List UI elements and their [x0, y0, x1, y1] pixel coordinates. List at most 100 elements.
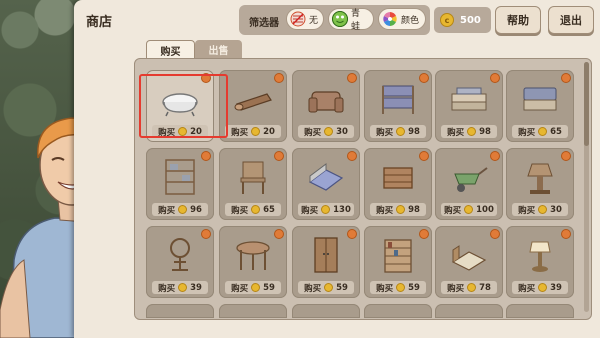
buy-price-button[interactable]: 购买 98: [441, 125, 497, 138]
item-price: 30: [550, 204, 562, 215]
bookshelf-icon: [384, 239, 412, 273]
buy-price-button[interactable]: 购买 78: [441, 281, 497, 294]
info-badge-icon[interactable]: [561, 151, 571, 161]
shop-item-partial[interactable]: [435, 304, 503, 318]
table-lamp-icon: [529, 241, 551, 272]
info-badge-icon[interactable]: [561, 73, 571, 83]
filter-chip-label: 青蛙: [351, 9, 361, 32]
shop-item-armchair[interactable]: 购买 30: [292, 70, 360, 142]
buy-label: 购买: [301, 205, 319, 216]
item-price: 59: [336, 282, 348, 293]
info-badge-icon[interactable]: [419, 73, 429, 83]
shop-item-crate-shelf[interactable]: 购买 96: [146, 148, 214, 220]
shop-item-wooden-chair[interactable]: 购买 65: [219, 148, 287, 220]
blue-bed-icon: [308, 163, 344, 191]
shop-item-partial[interactable]: [364, 304, 432, 318]
pallet-sofa-icon: [523, 87, 557, 111]
info-badge-icon[interactable]: [561, 229, 571, 239]
info-badge-icon[interactable]: [274, 229, 284, 239]
coin-amount: 500: [460, 14, 481, 26]
info-badge-icon[interactable]: [419, 229, 429, 239]
buy-price-button[interactable]: 购买 100: [441, 203, 497, 216]
selection-highlight: [139, 74, 228, 138]
filter-chip-label: 颜色: [401, 15, 420, 26]
coin-icon: [467, 127, 477, 136]
filter-label: 筛选器: [249, 18, 279, 29]
buy-price-button[interactable]: 购买 59: [298, 281, 354, 294]
coin-icon: [324, 283, 334, 292]
buy-price-button[interactable]: 购买 96: [152, 203, 208, 216]
shop-item-spinning-wheel[interactable]: 购买 39: [146, 226, 214, 298]
exit-button[interactable]: 退出: [548, 6, 594, 34]
shop-item-partial[interactable]: [292, 304, 360, 318]
info-badge-icon[interactable]: [347, 229, 357, 239]
tab-sell[interactable]: 出售: [195, 40, 242, 58]
shop-item-pallet-sofa[interactable]: 购买 65: [506, 70, 574, 142]
coin-icon: c: [440, 13, 454, 27]
no-filter-icon: [290, 11, 306, 27]
buy-label: 购买: [447, 127, 465, 138]
shop-item-wooden-bed[interactable]: 购买 78: [435, 226, 503, 298]
shop-item-table-lamp[interactable]: 购买 39: [506, 226, 574, 298]
help-button[interactable]: 帮助: [495, 6, 541, 34]
wardrobe-icon: [314, 237, 338, 273]
shop-item-wooden-crate[interactable]: 购买 98: [364, 148, 432, 220]
round-table-icon: [236, 241, 270, 270]
spinning-wheel-icon: [170, 238, 190, 271]
item-price: 59: [408, 282, 420, 293]
item-price: 98: [408, 204, 420, 215]
coin-icon: [396, 127, 406, 136]
scrollbar-thumb[interactable]: [584, 62, 589, 146]
buy-price-button[interactable]: 购买 59: [370, 281, 426, 294]
buy-price-button[interactable]: 购买 130: [298, 203, 354, 216]
buy-price-button[interactable]: 购买 65: [512, 125, 568, 138]
shop-item-partial[interactable]: [219, 304, 287, 318]
shop-item-log-stool[interactable]: 购买 20: [219, 70, 287, 142]
info-badge-icon[interactable]: [347, 151, 357, 161]
filter-chip-frog[interactable]: 青蛙: [328, 8, 374, 32]
tab-buy[interactable]: 购买: [146, 40, 195, 59]
buy-price-button[interactable]: 购买 98: [370, 125, 426, 138]
shop-item-lantern-stand[interactable]: 购买 30: [506, 148, 574, 220]
buy-label: 购买: [376, 283, 394, 294]
item-price: 100: [476, 204, 494, 215]
shop-item-round-table[interactable]: 购买 59: [219, 226, 287, 298]
info-badge-icon[interactable]: [419, 151, 429, 161]
coin-icon: [396, 283, 406, 292]
info-badge-icon[interactable]: [201, 229, 211, 239]
shop-item-bookshelf[interactable]: 购买 59: [364, 226, 432, 298]
buy-price-button[interactable]: 购买 65: [225, 203, 281, 216]
buy-price-button[interactable]: 购买 20: [225, 125, 281, 138]
shop-item-pallet-table[interactable]: 购买 98: [435, 70, 503, 142]
buy-price-button[interactable]: 购买 59: [225, 281, 281, 294]
info-badge-icon[interactable]: [274, 151, 284, 161]
filter-chip-color[interactable]: 颜色: [378, 8, 426, 30]
buy-price-button[interactable]: 购买 30: [512, 203, 568, 216]
info-badge-icon[interactable]: [490, 229, 500, 239]
shop-item-wheelbarrow[interactable]: 购买 100: [435, 148, 503, 220]
buy-label: 购买: [231, 127, 249, 138]
wooden-bed-icon: [451, 245, 487, 271]
info-badge-icon[interactable]: [347, 73, 357, 83]
coin-icon: [251, 127, 261, 136]
shop-item-partial[interactable]: [506, 304, 574, 318]
filter-chip-none[interactable]: 无: [286, 8, 324, 30]
crate-shelf-icon: [165, 159, 195, 195]
buy-label: 购买: [518, 205, 536, 216]
buy-price-button[interactable]: 购买 39: [512, 281, 568, 294]
info-badge-icon[interactable]: [274, 73, 284, 83]
info-badge-icon[interactable]: [490, 73, 500, 83]
shop-item-wardrobe[interactable]: 购买 59: [292, 226, 360, 298]
shop-item-blue-bed[interactable]: 购买 130: [292, 148, 360, 220]
shop-item-bunk-bed[interactable]: 购买 98: [364, 70, 432, 142]
buy-price-button[interactable]: 购买 98: [370, 203, 426, 216]
buy-price-button[interactable]: 购买 39: [152, 281, 208, 294]
info-badge-icon[interactable]: [490, 151, 500, 161]
buy-label: 购买: [231, 205, 249, 216]
buy-label: 购买: [444, 205, 462, 216]
info-badge-icon[interactable]: [201, 151, 211, 161]
lantern-stand-icon: [527, 163, 553, 194]
item-price: 59: [263, 282, 275, 293]
buy-price-button[interactable]: 购买 30: [298, 125, 354, 138]
shop-item-partial[interactable]: [146, 304, 214, 318]
